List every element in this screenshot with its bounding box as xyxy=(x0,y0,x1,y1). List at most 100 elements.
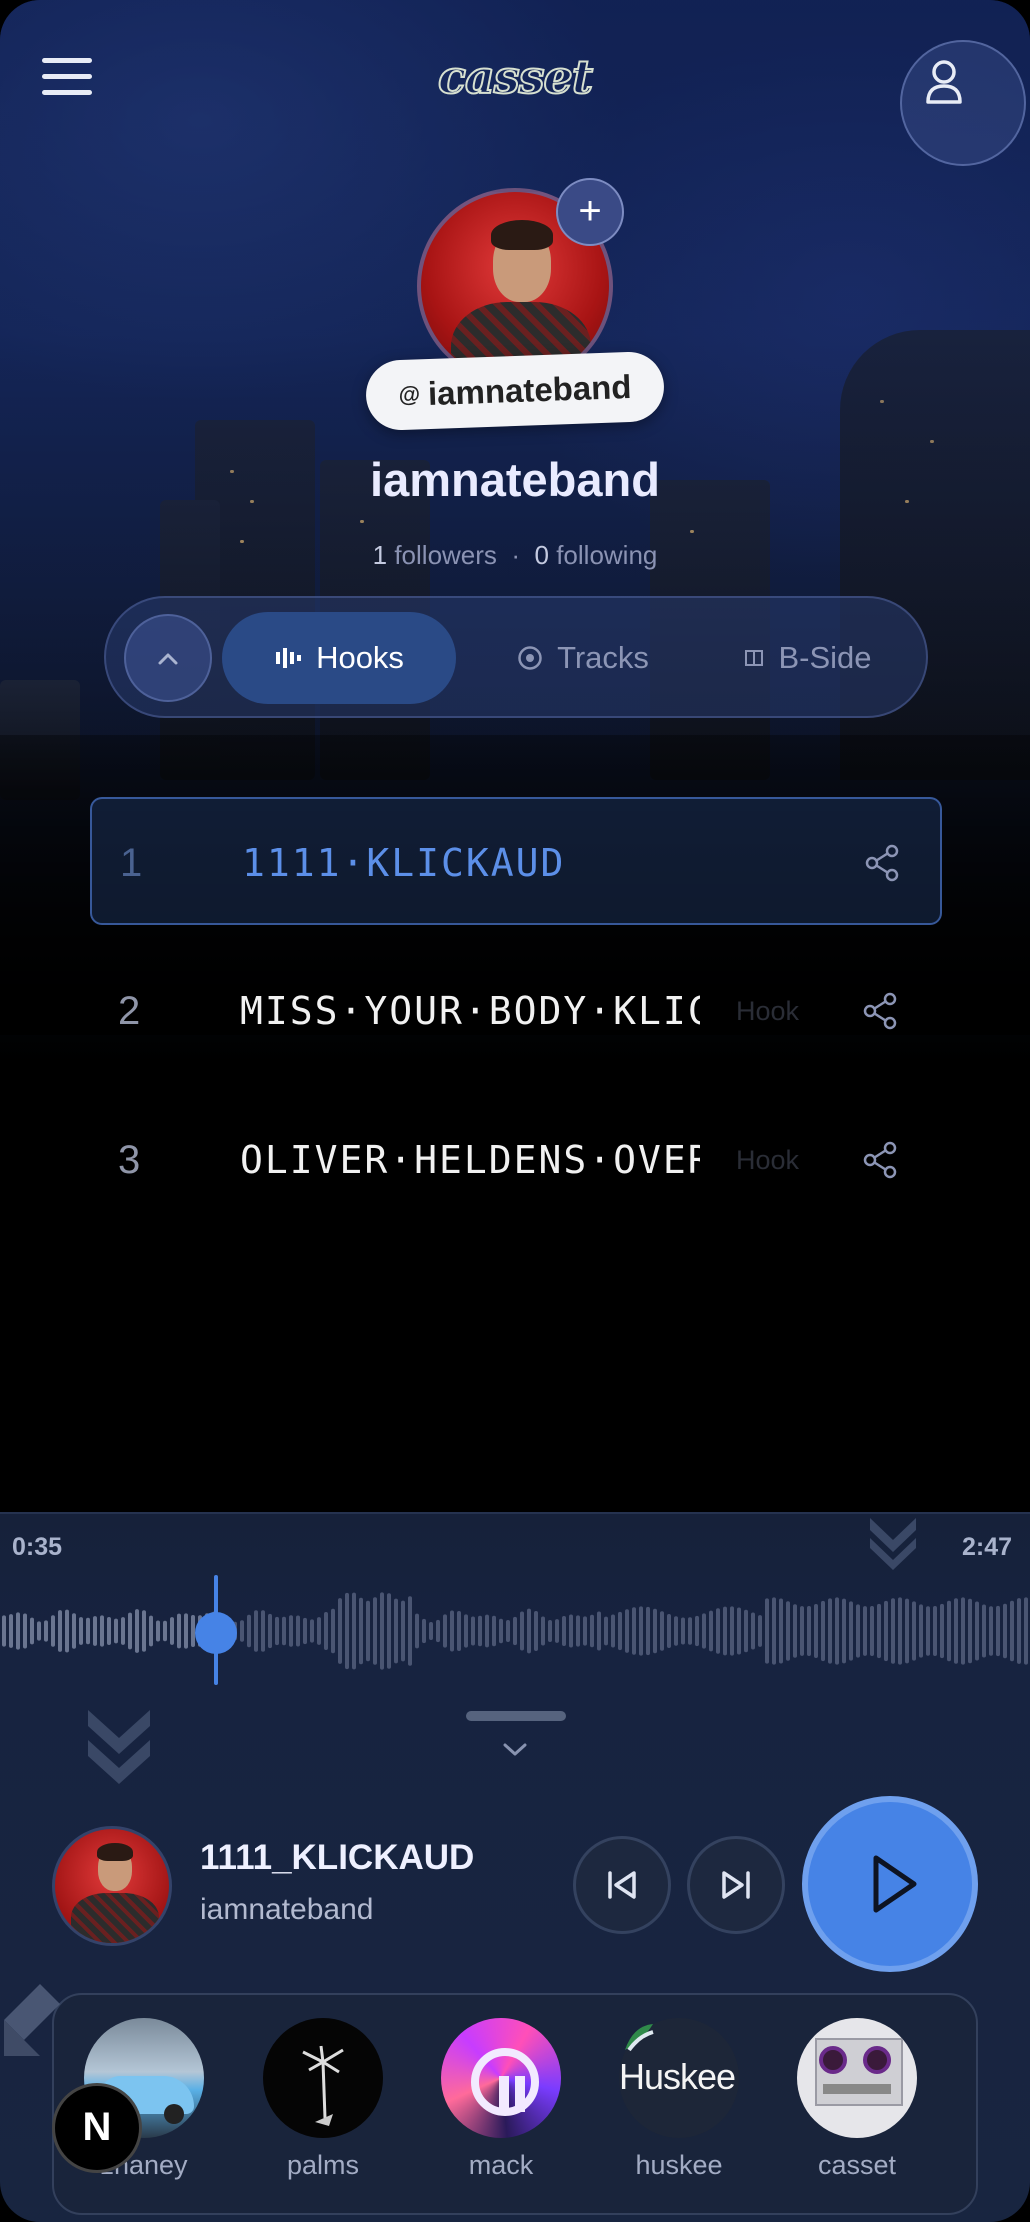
waveform-bar xyxy=(37,1621,41,1641)
chevron-down-icon[interactable] xyxy=(500,1740,530,1760)
waveform-bar xyxy=(919,1604,923,1658)
previous-button[interactable] xyxy=(573,1836,671,1934)
following-label[interactable]: following xyxy=(556,540,657,570)
waveform-bar xyxy=(331,1608,335,1654)
waveform-bar xyxy=(352,1592,356,1670)
drawer-handle[interactable] xyxy=(466,1711,566,1721)
waveform-bar xyxy=(625,1609,629,1653)
playhead-knob[interactable] xyxy=(195,1612,237,1654)
waveform-bar xyxy=(184,1613,188,1649)
waveform-bar xyxy=(93,1616,97,1646)
waveform-bar xyxy=(681,1617,685,1645)
waveform-bar xyxy=(492,1615,496,1647)
profile-handle-pill: @ iamnateband xyxy=(364,350,666,432)
track-title: 1111·KLICKAUD xyxy=(242,841,566,885)
waveform-bar xyxy=(408,1596,412,1666)
skip-previous-icon xyxy=(608,1871,636,1899)
waveform-bar xyxy=(716,1608,720,1654)
arrow-down-icon xyxy=(88,1710,150,1784)
dock-label: palms xyxy=(286,2150,360,2180)
waveform-bar xyxy=(632,1607,636,1655)
share-icon[interactable] xyxy=(860,991,900,1031)
tab-tracks[interactable]: Tracks xyxy=(478,612,688,704)
add-button[interactable]: + xyxy=(556,178,624,246)
track-row[interactable]: 1 1111·KLICKAUD xyxy=(90,797,942,925)
dock-item-huskee[interactable]: Huskee huskee xyxy=(619,2018,739,2181)
disc-icon xyxy=(518,646,542,670)
menu-button[interactable] xyxy=(42,58,92,98)
waveform-bar xyxy=(989,1606,993,1656)
following-count[interactable]: 0 xyxy=(535,540,549,570)
waveform-bar xyxy=(947,1600,951,1662)
dock-item-palms[interactable]: palms xyxy=(263,2018,383,2181)
hamburger-menu-icon xyxy=(42,58,92,63)
waveform-bar xyxy=(667,1614,671,1648)
waveform-bar xyxy=(779,1598,783,1664)
huskee-logo-icon: Huskee xyxy=(619,2018,739,2138)
track-row[interactable]: 2 MISS·YOUR·BODY·KLICKAUD Hook xyxy=(90,947,942,1075)
waveform-bar xyxy=(597,1611,601,1651)
elapsed-time: 0:35 xyxy=(12,1533,63,1561)
waveform-bar xyxy=(814,1603,818,1659)
followers-label[interactable]: followers xyxy=(394,540,497,570)
waveform-bar xyxy=(261,1610,265,1652)
track-row[interactable]: 3 OLIVER·HELDENS·OVERTIME Hook xyxy=(90,1096,942,1224)
waveform-bar xyxy=(856,1604,860,1658)
waveform-bar xyxy=(926,1606,930,1656)
waveform-bar xyxy=(254,1610,258,1652)
tab-hooks[interactable]: Hooks xyxy=(222,612,456,704)
waveform-bar xyxy=(877,1603,881,1659)
waveform-bar xyxy=(639,1606,643,1656)
waveform-bar xyxy=(268,1613,272,1649)
waveform-bar xyxy=(520,1611,524,1651)
now-playing-artist[interactable]: iamnateband xyxy=(200,1893,373,1927)
waveform-bar xyxy=(247,1614,251,1648)
waveform-bar xyxy=(688,1617,692,1645)
dock-item-mack[interactable]: mack xyxy=(441,2018,561,2181)
waveform-scrubber[interactable] xyxy=(0,1575,1030,1687)
waveform-bar xyxy=(471,1616,475,1646)
play-button[interactable] xyxy=(802,1796,978,1972)
waveform-bar xyxy=(849,1601,853,1661)
waveform-bar xyxy=(303,1617,307,1645)
waveform-bar xyxy=(583,1616,587,1646)
waveform-bar xyxy=(527,1608,531,1654)
waveform-bar xyxy=(737,1607,741,1655)
waveform-bar xyxy=(709,1610,713,1652)
waveform-bar xyxy=(870,1605,874,1657)
waveform-bar xyxy=(464,1614,468,1648)
waveform-bar xyxy=(765,1598,769,1664)
waveform-bar xyxy=(149,1615,153,1647)
waveform-bar xyxy=(940,1603,944,1659)
share-icon[interactable] xyxy=(860,1140,900,1180)
waveform-bar xyxy=(891,1598,895,1664)
waveform-bar xyxy=(828,1598,832,1664)
arrow-down-icon xyxy=(870,1518,916,1570)
next-button[interactable] xyxy=(687,1836,785,1934)
collapse-button[interactable] xyxy=(124,614,212,702)
waveform-bar xyxy=(863,1606,867,1656)
waveform-bar xyxy=(807,1606,811,1656)
waveform-bar xyxy=(296,1615,300,1647)
waveform-bar xyxy=(576,1615,580,1647)
waveform-bar xyxy=(478,1615,482,1647)
waveform-bar xyxy=(170,1617,174,1645)
waveform-bar xyxy=(317,1617,321,1645)
track-number: 1 xyxy=(120,841,143,885)
casset-logo: casset xyxy=(437,49,594,105)
waveform-bar xyxy=(100,1615,104,1647)
waveform-bar xyxy=(23,1613,27,1649)
waveform-bar xyxy=(835,1597,839,1665)
profile-display-name: iamnateband xyxy=(370,453,660,506)
followers-count[interactable]: 1 xyxy=(373,540,387,570)
dock-item-casset[interactable]: casset xyxy=(797,2018,917,2181)
waveform-bar xyxy=(1024,1597,1028,1665)
share-icon[interactable] xyxy=(862,843,902,883)
tab-b-side[interactable]: B-Side xyxy=(706,612,910,704)
cassette-icon xyxy=(745,650,764,666)
waveform-bar xyxy=(1003,1603,1007,1659)
waveform-bar xyxy=(86,1617,90,1645)
waveform-bar xyxy=(772,1597,776,1665)
n-badge[interactable]: N xyxy=(52,2083,142,2173)
waveform-bar xyxy=(646,1606,650,1656)
